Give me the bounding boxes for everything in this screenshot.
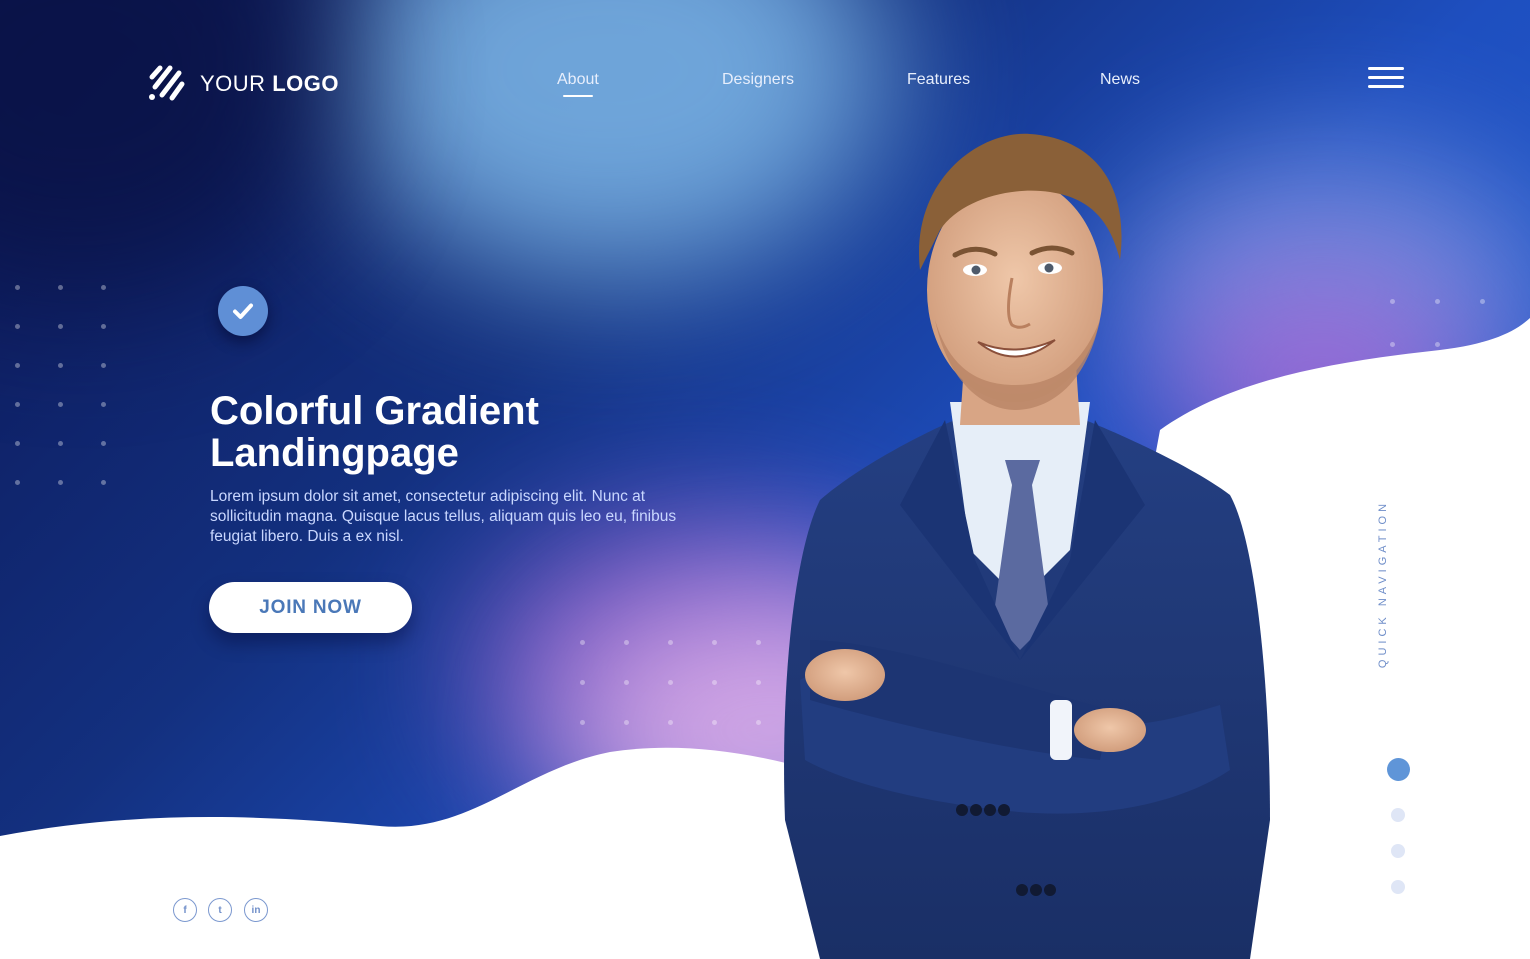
main-nav: About Designers Features News: [0, 71, 1530, 101]
nav-link-designers[interactable]: Designers: [722, 71, 794, 89]
hero-body: Lorem ipsum dolor sit amet, consectetur …: [210, 488, 677, 545]
businessman-photo: [784, 133, 1270, 959]
quick-nav-dot-1[interactable]: [1387, 758, 1410, 781]
quick-navigation-text: QUICK NAVIGATION: [1377, 499, 1389, 669]
dot-grid-right: [1390, 299, 1485, 347]
quick-nav-dot-2[interactable]: [1391, 808, 1405, 822]
twitter-glyph: t: [218, 904, 222, 916]
dot-grid-center: [580, 640, 761, 725]
linkedin-icon[interactable]: in: [244, 898, 268, 922]
twitter-icon[interactable]: t: [208, 898, 232, 922]
checkmark-icon: [218, 286, 268, 336]
nav-link-about[interactable]: About: [557, 71, 599, 97]
hamburger-menu-icon[interactable]: [1368, 67, 1404, 93]
nav-link-features[interactable]: Features: [907, 71, 970, 89]
hero-title: Colorful Gradient Landingpage: [210, 389, 539, 475]
facebook-glyph: f: [183, 904, 187, 916]
quick-nav-dot-3[interactable]: [1391, 844, 1405, 858]
nav-link-news[interactable]: News: [1100, 71, 1140, 89]
join-now-button[interactable]: JOIN NOW: [209, 582, 412, 633]
dot-grid-left: [15, 285, 106, 485]
quick-nav-dot-4[interactable]: [1391, 880, 1405, 894]
linkedin-glyph: in: [251, 904, 261, 916]
facebook-icon[interactable]: f: [173, 898, 197, 922]
landing-page: YOUR LOGO About Designers Features News …: [0, 0, 1530, 959]
